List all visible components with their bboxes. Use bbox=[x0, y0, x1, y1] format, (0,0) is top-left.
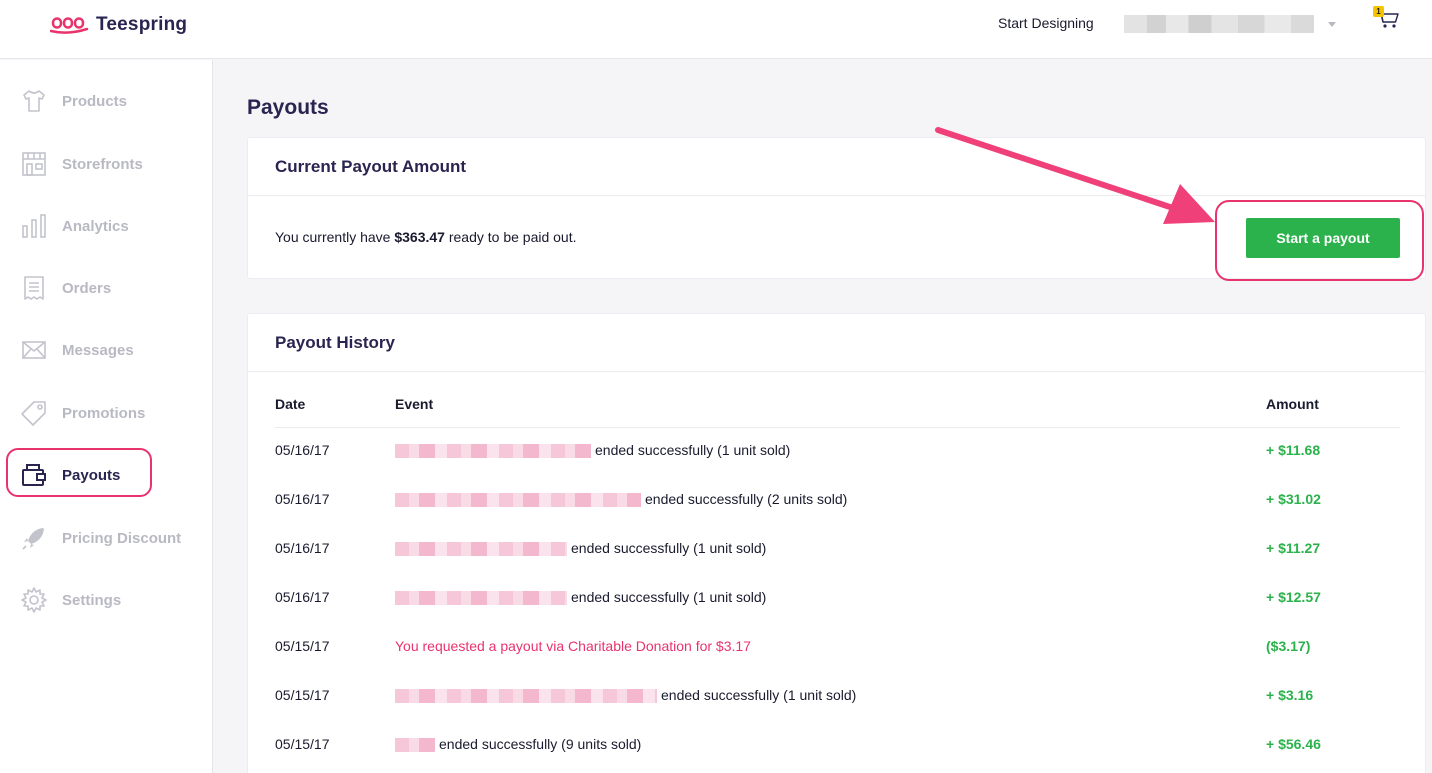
sidebar-item-label: Pricing Discount bbox=[62, 529, 182, 547]
row-event: ended successfully (1 unit sold) bbox=[395, 524, 766, 573]
sidebar-item-products[interactable]: Products bbox=[20, 86, 127, 116]
rocket-icon bbox=[22, 528, 44, 550]
sidebar-item-label: Settings bbox=[62, 591, 122, 609]
receipt-icon bbox=[24, 276, 44, 300]
table-row: 05/15/17 You requested a payout via Chari… bbox=[275, 622, 1400, 671]
envelope-icon bbox=[22, 341, 46, 359]
campaign-name-redacted bbox=[395, 492, 641, 507]
column-header-date: Date bbox=[275, 396, 306, 412]
row-date: 05/16/17 bbox=[275, 442, 330, 458]
row-event: ended successfully (1 unit sold) bbox=[395, 671, 856, 720]
page-title: Payouts bbox=[247, 96, 329, 119]
payout-history-card: Payout History Date Event Amount 05/16/1… bbox=[247, 313, 1426, 773]
row-event-text: ended successfully (1 unit sold) bbox=[571, 589, 767, 605]
row-event: ended successfully (2 units sold) bbox=[395, 475, 847, 524]
gear-icon bbox=[21, 587, 47, 613]
bar-chart-icon bbox=[22, 214, 46, 238]
sidebar-item-label: Storefronts bbox=[62, 155, 143, 173]
column-header-amount: Amount bbox=[1266, 396, 1319, 412]
row-amount: + $3.16 bbox=[1266, 687, 1314, 703]
sidebar-item-pricing-discount[interactable]: Pricing Discount bbox=[20, 523, 181, 553]
table-row: 05/15/17 ended successfully (9 units sold… bbox=[275, 720, 1400, 769]
sidebar-item-storefronts[interactable]: Storefronts bbox=[20, 149, 143, 179]
row-amount: + $11.68 bbox=[1266, 442, 1321, 458]
sidebar-item-settings[interactable]: Settings bbox=[20, 585, 121, 615]
table-row: 05/15/17 ended successfully (1 unit sold)… bbox=[275, 671, 1400, 720]
row-date: 05/15/17 bbox=[275, 736, 330, 752]
row-amount: + $11.27 bbox=[1266, 540, 1321, 556]
row-event: ended successfully (1 unit sold) bbox=[395, 573, 766, 622]
brand-name: Teespring bbox=[96, 14, 188, 35]
tag-icon bbox=[21, 401, 46, 426]
start-payout-highlight-outline bbox=[1215, 200, 1424, 281]
tshirt-icon bbox=[23, 90, 45, 112]
cart-button[interactable]: 1 bbox=[1373, 6, 1401, 30]
sidebar-item-messages[interactable]: Messages bbox=[20, 335, 134, 365]
row-event-text: ended successfully (9 units sold) bbox=[439, 736, 642, 752]
campaign-name-redacted bbox=[395, 688, 657, 703]
account-name-redacted bbox=[1124, 15, 1314, 33]
history-table-header: Date Event Amount bbox=[275, 384, 1400, 428]
sidebar-item-label: Products bbox=[62, 92, 128, 110]
row-event-text: ended successfully (1 unit sold) bbox=[661, 687, 857, 703]
current-payout-amount: $363.47 bbox=[394, 229, 445, 245]
storefront-icon bbox=[22, 152, 46, 176]
row-event: ended successfully (1 unit sold) bbox=[395, 426, 790, 475]
table-row: 05/16/17 ended successfully (1 unit sold)… bbox=[275, 426, 1400, 475]
row-event: ended successfully (9 units sold) bbox=[395, 720, 641, 769]
current-payout-text-before: You currently have bbox=[275, 229, 395, 245]
start-designing-link[interactable]: Start Designing bbox=[998, 15, 1094, 31]
teespring-logo[interactable]: Teespring bbox=[50, 14, 187, 36]
campaign-name-redacted bbox=[395, 541, 567, 556]
sidebar-item-analytics[interactable]: Analytics bbox=[20, 211, 129, 241]
sidebar: Products Storefronts Analytics Orders Me… bbox=[0, 60, 213, 773]
row-date: 05/15/17 bbox=[275, 638, 330, 654]
cart-count-badge: 1 bbox=[1373, 6, 1384, 17]
row-amount: + $31.02 bbox=[1266, 491, 1321, 507]
table-row: 05/16/17 ended successfully (2 units sold… bbox=[275, 475, 1400, 524]
sidebar-item-promotions[interactable]: Promotions bbox=[20, 398, 145, 428]
row-date: 05/16/17 bbox=[275, 589, 330, 605]
row-amount: ($3.17) bbox=[1266, 638, 1311, 654]
campaign-name-redacted bbox=[395, 590, 567, 605]
row-event-text: You requested a payout via Charitable Do… bbox=[395, 638, 751, 654]
row-event-text: ended successfully (1 unit sold) bbox=[595, 442, 791, 458]
row-event: You requested a payout via Charitable Do… bbox=[395, 622, 751, 671]
row-date: 05/16/17 bbox=[275, 540, 330, 556]
current-payout-text: You currently have $363.47 ready to be p… bbox=[275, 229, 577, 245]
payout-history-heading: Payout History bbox=[248, 314, 1425, 372]
sidebar-item-label: Promotions bbox=[62, 404, 146, 422]
row-amount: + $12.57 bbox=[1266, 589, 1321, 605]
column-header-event: Event bbox=[395, 396, 434, 412]
row-event-text: ended successfully (1 unit sold) bbox=[571, 540, 767, 556]
campaign-name-redacted bbox=[395, 737, 435, 752]
sidebar-item-label: Analytics bbox=[62, 217, 129, 235]
sidebar-item-label: Messages bbox=[62, 341, 134, 359]
payouts-highlight-outline bbox=[6, 448, 152, 497]
sidebar-item-orders[interactable]: Orders bbox=[20, 273, 111, 303]
logo-mark-icon bbox=[50, 17, 89, 34]
sidebar-item-label: Orders bbox=[62, 279, 112, 297]
table-row: 05/16/17 ended successfully (1 unit sold)… bbox=[275, 524, 1400, 573]
table-row: 05/16/17 ended successfully (1 unit sold)… bbox=[275, 573, 1400, 622]
row-event-text: ended successfully (2 units sold) bbox=[645, 491, 848, 507]
caret-down-icon bbox=[1328, 21, 1336, 27]
row-date: 05/16/17 bbox=[275, 491, 330, 507]
current-payout-heading: Current Payout Amount bbox=[248, 138, 1425, 196]
row-amount: + $56.46 bbox=[1266, 736, 1321, 752]
top-bar: Teespring Start Designing 1 bbox=[0, 0, 1432, 59]
account-dropdown[interactable] bbox=[1124, 13, 1342, 35]
campaign-name-redacted bbox=[395, 443, 591, 458]
row-date: 05/15/17 bbox=[275, 687, 330, 703]
current-payout-text-after: ready to be paid out. bbox=[444, 229, 577, 245]
annotation-arrow-icon bbox=[935, 127, 1215, 224]
